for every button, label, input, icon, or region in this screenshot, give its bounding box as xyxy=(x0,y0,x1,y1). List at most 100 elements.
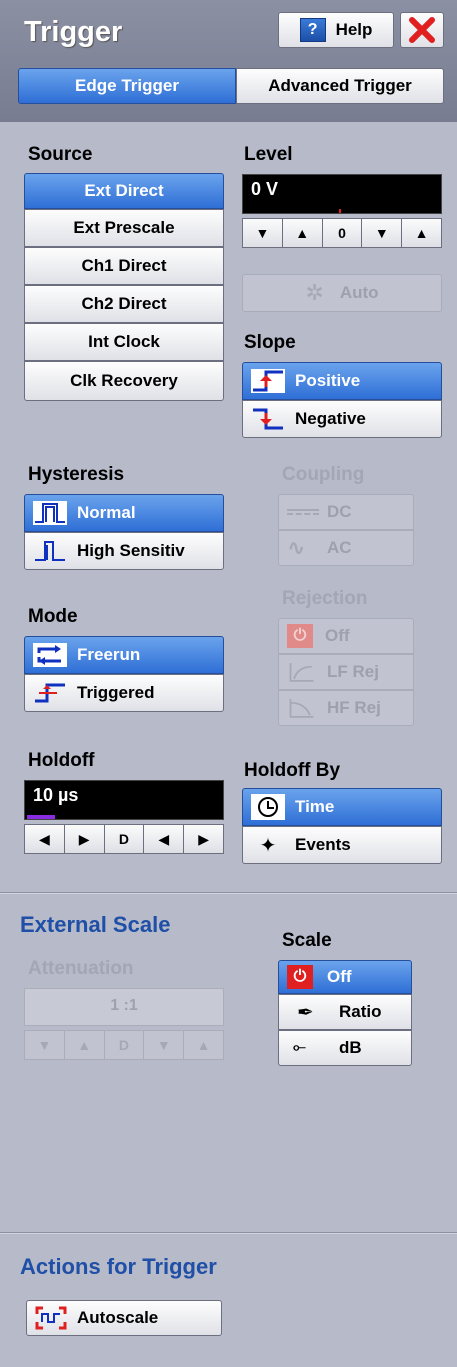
scale-off-label: Off xyxy=(327,967,352,986)
attenuation-display: 1 :1 xyxy=(24,988,224,1026)
scale-ratio-button[interactable]: ✒ Ratio xyxy=(278,994,412,1030)
scale-db-label: dB xyxy=(339,1038,362,1057)
auto-label: Auto xyxy=(339,283,379,302)
triggered-icon xyxy=(35,683,65,703)
holdoff-by-group: Time ✦ Events xyxy=(242,788,442,864)
mode-triggered-button[interactable]: Triggered xyxy=(24,674,224,712)
rejection-hf-label: HF Rej xyxy=(327,698,381,717)
external-scale-section-title: External Scale xyxy=(20,912,171,937)
section-divider-2 xyxy=(0,1232,457,1234)
level-coarse-up-button[interactable]: ▲ xyxy=(402,218,442,248)
slope-negative-label: Negative xyxy=(295,409,366,428)
holdoff-by-time-button[interactable]: Time xyxy=(242,788,442,826)
clock-icon xyxy=(251,794,285,820)
auto-gear-icon: ✲ xyxy=(305,280,324,305)
slope-positive-label: Positive xyxy=(295,371,361,390)
tab-advanced-trigger[interactable]: Advanced Trigger xyxy=(236,68,444,104)
level-value: 0 V xyxy=(251,179,279,199)
hf-reject-icon xyxy=(289,699,314,718)
attenuation-default-button[interactable]: D xyxy=(104,1030,145,1060)
slope-group: Positive Negative xyxy=(242,362,442,438)
coupling-dc-button[interactable]: DC xyxy=(278,494,414,530)
level-zero-button[interactable]: 0 xyxy=(322,218,363,248)
rejection-hf-button[interactable]: HF Rej xyxy=(278,690,414,726)
panel-header: Trigger ? Help Edge Trigger Advanced Tri… xyxy=(0,0,457,122)
rising-edge-icon xyxy=(251,369,285,393)
rejection-off-label: Off xyxy=(325,626,350,645)
hysteresis-normal-button[interactable]: Normal xyxy=(24,494,224,532)
holdoff-fine-left-button[interactable]: ◀ xyxy=(24,824,65,854)
source-int-clock-button[interactable]: Int Clock xyxy=(24,323,224,361)
scale-group: ⏻ Off ✒ Ratio ⟜ dB xyxy=(278,960,412,1066)
source-ext-direct-button[interactable]: Ext Direct xyxy=(24,173,224,209)
level-coarse-down-button[interactable]: ▼ xyxy=(362,218,403,248)
scale-off-button[interactable]: ⏻ Off xyxy=(278,960,412,994)
holdoff-coarse-right-button[interactable]: ▶ xyxy=(184,824,224,854)
events-icon: ✦ xyxy=(259,834,277,857)
attenuation-label: Attenuation xyxy=(28,958,134,979)
holdoff-fine-right-button[interactable]: ▶ xyxy=(64,824,105,854)
slope-negative-button[interactable]: Negative xyxy=(242,400,442,438)
source-ch2-direct-button[interactable]: Ch2 Direct xyxy=(24,285,224,323)
mode-freerun-button[interactable]: Freerun xyxy=(24,636,224,674)
coupling-ac-label: AC xyxy=(327,538,352,557)
actions-section-title: Actions for Trigger xyxy=(20,1254,217,1279)
holdoff-default-button[interactable]: D xyxy=(104,824,145,854)
attenuator-icon: ⟜ xyxy=(293,1039,306,1056)
close-button[interactable] xyxy=(400,12,444,48)
autoscale-button[interactable]: Autoscale xyxy=(26,1300,222,1336)
level-fine-up-button[interactable]: ▲ xyxy=(282,218,323,248)
hysteresis-normal-icon xyxy=(33,501,67,525)
level-spinner: ▼ ▲ 0 ▼ ▲ xyxy=(242,218,442,248)
level-auto-button[interactable]: ✲ Auto xyxy=(242,274,442,312)
mode-triggered-label: Triggered xyxy=(77,683,155,702)
rejection-label: Rejection xyxy=(282,588,368,609)
panel-title: Trigger xyxy=(24,16,123,48)
rejection-lf-button[interactable]: LF Rej xyxy=(278,654,414,690)
tab-edge-trigger[interactable]: Edge Trigger xyxy=(18,68,236,104)
attenuation-fine-up-button[interactable]: ▲ xyxy=(64,1030,105,1060)
slope-label: Slope xyxy=(244,332,296,353)
attenuation-coarse-up-button[interactable]: ▲ xyxy=(184,1030,224,1060)
holdoff-by-events-button[interactable]: ✦ Events xyxy=(242,826,442,864)
dc-icon xyxy=(287,509,319,515)
holdoff-value: 10 µs xyxy=(33,785,79,805)
mode-freerun-label: Freerun xyxy=(77,645,141,664)
scale-label: Scale xyxy=(282,930,332,951)
mode-group: Freerun Triggered xyxy=(24,636,224,712)
holdoff-marker xyxy=(27,815,55,819)
scale-db-button[interactable]: ⟜ dB xyxy=(278,1030,412,1066)
hysteresis-high-sensitivity-button[interactable]: High Sensitiv xyxy=(24,532,224,570)
holdoff-label: Holdoff xyxy=(28,750,95,771)
source-ext-prescale-button[interactable]: Ext Prescale xyxy=(24,209,224,247)
hysteresis-group: Normal High Sensitiv xyxy=(24,494,224,570)
level-display: 0 V xyxy=(242,174,442,214)
attenuation-coarse-down-button[interactable]: ▼ xyxy=(144,1030,185,1060)
level-fine-down-button[interactable]: ▼ xyxy=(242,218,283,248)
holdoff-by-label: Holdoff By xyxy=(244,760,341,781)
slope-positive-button[interactable]: Positive xyxy=(242,362,442,400)
holdoff-coarse-left-button[interactable]: ◀ xyxy=(144,824,185,854)
mode-label: Mode xyxy=(28,606,78,627)
holdoff-by-time-label: Time xyxy=(295,797,335,816)
help-button[interactable]: ? Help xyxy=(278,12,394,48)
help-label: Help xyxy=(335,20,373,39)
hysteresis-high-icon xyxy=(35,541,65,561)
coupling-dc-label: DC xyxy=(327,502,352,521)
power-icon: ⏻ xyxy=(287,624,313,648)
source-ch1-direct-button[interactable]: Ch1 Direct xyxy=(24,247,224,285)
attenuation-value: 1 :1 xyxy=(110,997,138,1014)
lf-reject-icon xyxy=(289,663,314,682)
coupling-ac-button[interactable]: ∿ AC xyxy=(278,530,414,566)
autoscale-icon xyxy=(35,1306,67,1330)
coupling-label: Coupling xyxy=(282,464,365,485)
holdoff-spinner: ◀ ▶ D ◀ ▶ xyxy=(24,824,224,854)
probe-icon: ✒ xyxy=(297,1001,314,1024)
scale-ratio-label: Ratio xyxy=(339,1002,382,1021)
close-icon xyxy=(409,17,435,43)
autoscale-label: Autoscale xyxy=(77,1308,159,1327)
attenuation-fine-down-button[interactable]: ▼ xyxy=(24,1030,65,1060)
help-icon: ? xyxy=(299,18,326,42)
source-clk-recovery-button[interactable]: Clk Recovery xyxy=(24,361,224,401)
rejection-off-button[interactable]: ⏻ Off xyxy=(278,618,414,654)
